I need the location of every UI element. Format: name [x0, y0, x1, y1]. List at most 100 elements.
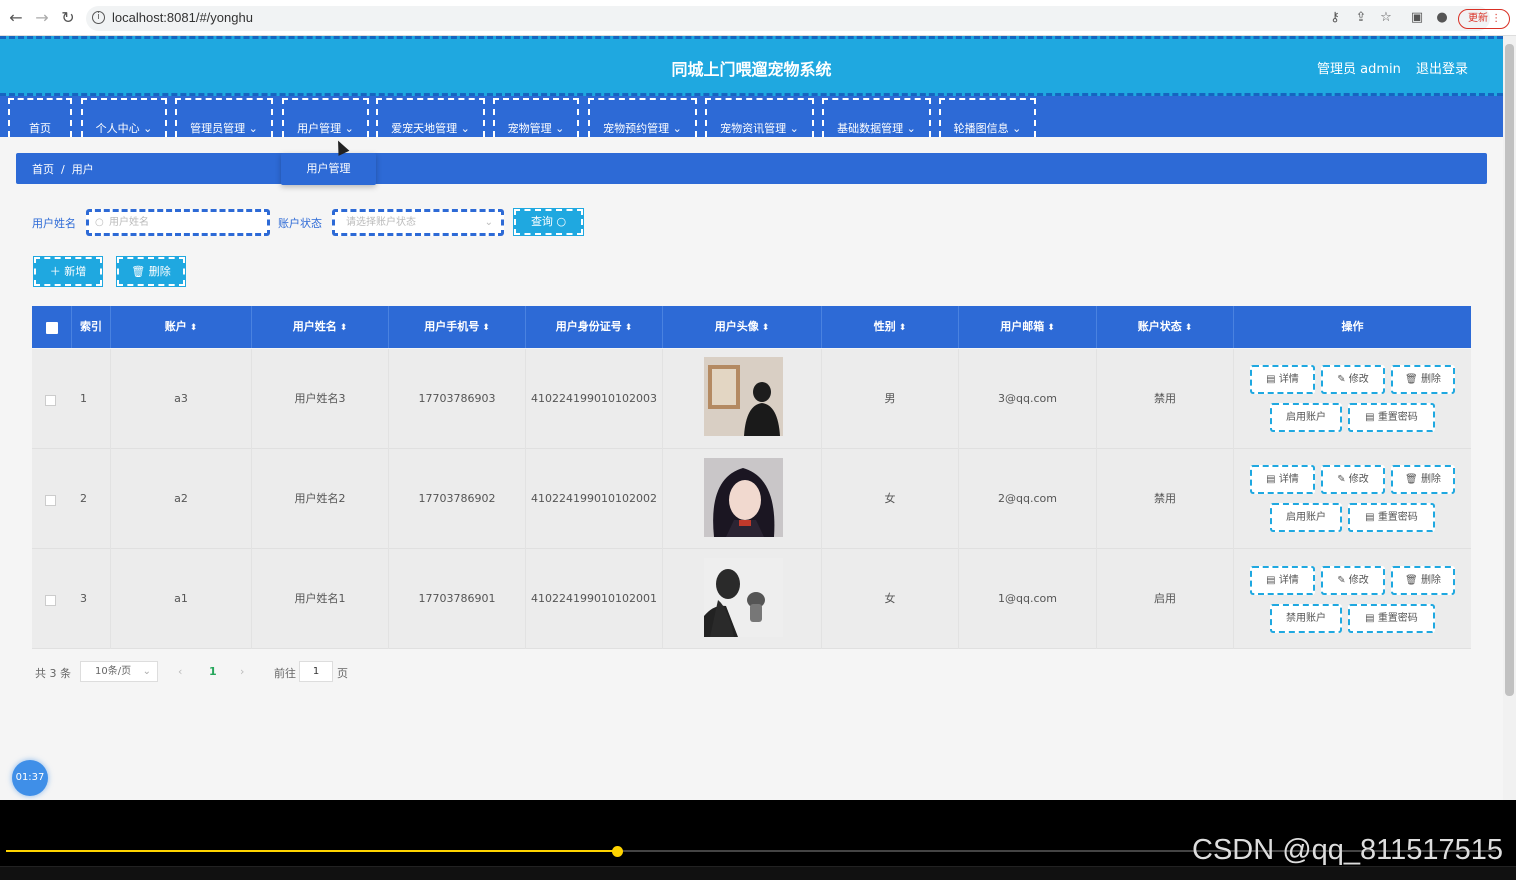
add-button[interactable]: ＋ 新增 — [33, 256, 103, 287]
row-checkbox[interactable] — [45, 495, 56, 506]
th-gender[interactable]: 性别 ⬍ — [822, 306, 959, 348]
menu-pet-news[interactable]: 宠物资讯管理 ⌄ — [705, 98, 814, 137]
cell-status: 启用 — [1097, 549, 1234, 649]
address-bar[interactable] — [86, 6, 1490, 31]
side-panel-icon[interactable]: ▣ — [1408, 10, 1426, 25]
profile-icon[interactable]: ● — [1433, 10, 1451, 25]
back-arrow-icon[interactable]: ← — [6, 9, 26, 27]
cell-account: a2 — [111, 449, 252, 549]
key-icon[interactable]: ⚷ — [1326, 10, 1344, 25]
next-page-icon[interactable]: › — [240, 665, 244, 678]
update-button[interactable]: 更新 ⋮ — [1458, 9, 1510, 29]
username-label: 用户姓名 — [32, 217, 76, 230]
cell-email: 2@qq.com — [959, 449, 1097, 549]
select-all-checkbox[interactable] — [46, 322, 58, 334]
edit-button[interactable]: ✎ 修改 — [1321, 566, 1385, 595]
breadcrumb-current: 用户 — [71, 163, 94, 176]
cell-gender: 女 — [822, 549, 959, 649]
breadcrumb-home[interactable]: 首页 — [32, 163, 54, 176]
search-icon: ○ — [95, 217, 104, 228]
menu-pet-manage[interactable]: 宠物管理 ⌄ — [493, 98, 579, 137]
reset-password-button[interactable]: ▤ 重置密码 — [1348, 604, 1435, 633]
detail-button[interactable]: ▤ 详情 — [1250, 566, 1315, 595]
menu-user-manage[interactable]: 用户管理 ⌄ — [282, 98, 369, 137]
avatar-image[interactable] — [704, 357, 783, 436]
sort-icon[interactable]: ⬍ — [1185, 323, 1193, 333]
prev-page-icon[interactable]: ‹ — [178, 665, 182, 678]
status-label: 账户状态 — [278, 217, 322, 230]
sort-icon[interactable]: ⬍ — [1047, 323, 1055, 333]
reset-password-button[interactable]: ▤ 重置密码 — [1348, 503, 1435, 532]
goto-label: 前往 — [274, 667, 296, 680]
logout-link[interactable]: 退出登录 — [1416, 58, 1468, 77]
query-button[interactable]: 查询 ○ — [513, 208, 584, 236]
search-icon: ○ — [556, 215, 567, 228]
toggle-account-button[interactable]: 启用账户 — [1270, 503, 1342, 532]
sort-icon[interactable]: ⬍ — [340, 323, 348, 333]
video-progress-handle[interactable] — [612, 846, 623, 857]
menu-home[interactable]: 首页 — [8, 98, 72, 137]
cell-phone: 17703786902 — [389, 449, 526, 549]
menu-carousel[interactable]: 轮播图信息 ⌄ — [939, 98, 1036, 137]
bookmark-star-icon[interactable]: ☆ — [1377, 10, 1395, 25]
cell-phone: 17703786901 — [389, 549, 526, 649]
menu-pet-world[interactable]: 爱宠天地管理 ⌄ — [376, 98, 485, 137]
site-info-icon[interactable]: i — [92, 11, 105, 24]
detail-button[interactable]: ▤ 详情 — [1250, 465, 1315, 494]
th-avatar[interactable]: 用户头像 ⬍ — [663, 306, 822, 348]
breadcrumb — [16, 153, 1487, 184]
system-title: 同城上门喂遛宠物系统 — [671, 60, 832, 79]
edit-button[interactable]: ✎ 修改 — [1321, 365, 1385, 394]
menu-personal-center[interactable]: 个人中心 ⌄ — [81, 98, 167, 137]
forward-arrow-icon[interactable]: → — [32, 9, 52, 27]
chevron-down-icon: ⌄ — [484, 217, 493, 228]
chevron-down-icon: ⌄ — [555, 122, 565, 135]
row-checkbox[interactable] — [45, 595, 56, 606]
chevron-down-icon: ⌄ — [789, 122, 799, 135]
delete-button[interactable]: 🗑 删除 — [1391, 566, 1455, 595]
goto-page-input[interactable]: 1 — [299, 661, 333, 682]
chevron-down-icon: ⌄ — [460, 122, 470, 135]
avatar-image[interactable] — [704, 558, 783, 637]
toggle-account-button[interactable]: 启用账户 — [1270, 403, 1342, 432]
timer-badge[interactable]: 01:37 — [12, 760, 48, 796]
pencil-icon: ✎ — [1337, 575, 1346, 586]
sort-icon[interactable]: ⬍ — [625, 323, 633, 333]
chevron-down-icon: ⌄ — [248, 122, 258, 135]
chevron-down-icon: ⌄ — [344, 122, 354, 135]
trash-icon: 🗑 — [1405, 374, 1418, 385]
delete-button[interactable]: 🗑 删除 — [1391, 365, 1455, 394]
row-checkbox[interactable] — [45, 395, 56, 406]
delete-button[interactable]: 🗑 删除 — [1391, 465, 1455, 494]
edit-button[interactable]: ✎ 修改 — [1321, 465, 1385, 494]
sort-icon[interactable]: ⬍ — [762, 323, 770, 333]
page-number-current[interactable]: 1 — [209, 665, 217, 678]
avatar-image[interactable] — [704, 458, 783, 537]
document-icon: ▤ — [1266, 575, 1276, 586]
page-size-select[interactable]: 10条/页 ⌄ — [80, 661, 158, 682]
toggle-account-button[interactable]: 禁用账户 — [1270, 604, 1342, 633]
scrollbar-thumb[interactable] — [1505, 44, 1514, 696]
username-input[interactable]: ○ 用户姓名 — [86, 209, 270, 236]
sort-icon[interactable]: ⬍ — [482, 323, 490, 333]
menu-admin-manage[interactable]: 管理员管理 ⌄ — [175, 98, 273, 137]
th-phone[interactable]: 用户手机号 ⬍ — [389, 306, 526, 348]
sort-icon[interactable]: ⬍ — [899, 323, 907, 333]
sort-icon[interactable]: ⬍ — [190, 323, 198, 333]
th-id-card[interactable]: 用户身份证号 ⬍ — [526, 306, 663, 348]
share-icon[interactable]: ⇪ — [1352, 10, 1370, 25]
csdn-watermark: CSDN @qq_811517515 — [1192, 834, 1504, 866]
th-status[interactable]: 账户状态 ⬍ — [1097, 306, 1234, 348]
dropdown-item-user-manage[interactable]: 用户管理 — [281, 153, 376, 185]
menu-pet-booking[interactable]: 宠物预约管理 ⌄ — [588, 98, 697, 137]
th-name[interactable]: 用户姓名 ⬍ — [252, 306, 389, 348]
reload-icon[interactable]: ↻ — [58, 9, 78, 27]
batch-delete-button[interactable]: 🗑 删除 — [116, 256, 186, 287]
status-select[interactable]: 请选择账户状态 ⌄ — [332, 209, 504, 236]
detail-button[interactable]: ▤ 详情 — [1250, 365, 1315, 394]
menu-base-data[interactable]: 基础数据管理 ⌄ — [822, 98, 931, 137]
reset-password-button[interactable]: ▤ 重置密码 — [1348, 403, 1435, 432]
th-account[interactable]: 账户 ⬍ — [111, 306, 252, 348]
th-email[interactable]: 用户邮箱 ⬍ — [959, 306, 1097, 348]
address-url: localhost:8081/#/yonghu — [112, 10, 253, 25]
